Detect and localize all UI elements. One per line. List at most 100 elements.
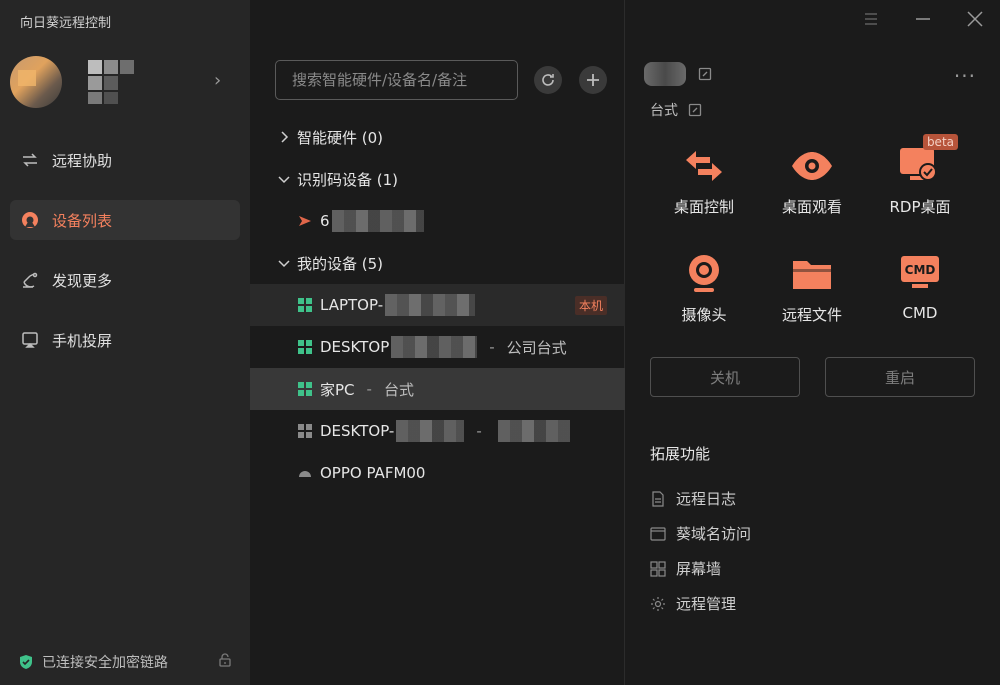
device-note: 台式 [383,380,414,399]
device-name: 6 [320,212,330,230]
device-row-desktop-office[interactable]: DESKTOP - 公司台式 [250,326,625,368]
windows-icon [298,424,312,438]
separator: - [476,422,482,440]
windows-icon [298,298,312,312]
add-device-button[interactable] [579,66,607,94]
device-list-icon [20,210,40,230]
sidebar: 向日葵远程控制 › 远程协助 设备列表 发现更多 手机投屏 已连接安全加密链路 [0,0,250,685]
sidebar-nav: 远程协助 设备列表 发现更多 手机投屏 [10,140,240,380]
sidebar-item-label: 设备列表 [52,211,113,230]
extension-label: 远程日志 [676,490,737,508]
feature-label: RDP桌面 [889,198,951,216]
extension-label: 葵域名访问 [676,525,752,543]
sidebar-item-cast[interactable]: 手机投屏 [10,320,240,360]
security-status-text: 已连接安全加密链路 [42,655,168,671]
restart-button[interactable]: 重启 [825,357,975,397]
device-name: LAPTOP- [320,296,384,314]
sidebar-item-label: 远程协助 [52,151,113,170]
feature-label: 摄像头 [681,306,727,324]
feature-desktop-view[interactable]: 桌面观看 [762,142,862,217]
device-name: OPPO PAFM00 [320,464,426,482]
refresh-button[interactable] [534,66,562,94]
beta-badge: beta [922,134,958,150]
lock-icon[interactable] [217,652,233,668]
extension-label: 远程管理 [676,595,737,613]
windows-icon [298,382,312,396]
device-detail-panel: ··· 台式 桌面控制 桌面观看 beta RDP桌面 摄像头 远程文件 CMD… [626,0,1000,685]
separator: - [489,338,495,356]
log-icon [652,490,664,507]
extension-remote-manage[interactable]: 远程管理 [650,593,736,614]
group-label: 我的设备 (5) [297,254,384,273]
remote-link-icon [299,216,311,226]
refresh-icon [542,74,554,86]
shutdown-button[interactable]: 关机 [650,357,800,397]
avatar [10,56,62,108]
feature-desktop-control[interactable]: 桌面控制 [654,142,754,217]
group-smart-hardware[interactable]: 智能硬件 (0) [277,122,383,152]
device-row-desktop-offline[interactable]: DESKTOP- - [250,410,625,452]
rdp-icon: beta [896,134,958,190]
feature-camera[interactable]: 摄像头 [654,250,754,325]
feature-rdp-desktop[interactable]: beta RDP桌面 [870,134,970,217]
feature-label: 桌面控制 [673,198,734,216]
sidebar-item-label: 手机投屏 [52,331,113,350]
group-label: 识别码设备 (1) [297,170,399,189]
device-name: DESKTOP [320,338,390,356]
blurred-device-name [644,62,686,86]
feature-cmd[interactable]: CMD CMD [870,250,970,322]
edit-icon[interactable] [688,103,702,117]
sidebar-item-device-list[interactable]: 设备列表 [10,200,240,240]
group-idcode-devices[interactable]: 识别码设备 (1) [277,164,398,194]
chevron-down-icon [278,176,290,184]
device-row-idcode[interactable]: 6 [250,200,625,242]
search-input[interactable] [275,60,518,100]
extension-screen-wall[interactable]: 屏幕墙 [650,558,721,579]
device-name: DESKTOP- [320,422,395,440]
extension-label: 屏幕墙 [676,560,722,578]
camera-icon [680,250,728,298]
group-my-devices[interactable]: 我的设备 (5) [277,248,383,278]
more-options-icon[interactable]: ··· [954,64,976,88]
domain-icon [650,526,666,541]
screen-wall-icon [650,560,666,577]
android-icon [299,471,311,477]
discover-icon [20,270,40,290]
cmd-icon: CMD [896,250,944,298]
edit-icon[interactable] [698,67,712,81]
sidebar-item-discover[interactable]: 发现更多 [10,260,240,300]
chevron-down-icon [278,260,290,268]
desktop-view-icon [788,142,836,190]
feature-label: 桌面观看 [781,198,842,216]
feature-remote-files[interactable]: 远程文件 [762,250,862,325]
device-note-label: 台式 [650,103,678,119]
windows-icon [298,340,312,354]
device-row-home-pc[interactable]: 家PC - 台式 [250,368,625,410]
sidebar-item-label: 发现更多 [52,271,113,290]
extensions-title: 拓展功能 [650,445,711,463]
extension-domain-access[interactable]: 葵域名访问 [650,523,751,544]
user-name-blurred [88,60,134,104]
extension-remote-log[interactable]: 远程日志 [650,488,736,509]
group-label: 智能硬件 (0) [297,128,384,147]
app-title: 向日葵远程控制 [20,16,112,31]
blurred-note [497,420,570,442]
device-title [644,62,712,86]
separator: - [366,380,372,398]
device-row-oppo[interactable]: OPPO PAFM00 [250,452,625,494]
chevron-right-icon [281,131,289,143]
remote-assist-icon [20,150,40,170]
plus-icon [587,74,599,86]
user-profile-card[interactable]: › [10,48,240,118]
manage-icon [651,596,665,611]
device-row-laptop[interactable]: LAPTOP- 本机 [250,284,625,326]
cast-icon [20,330,40,350]
device-name: 家PC [320,380,355,399]
blurred-text [385,294,476,316]
sidebar-item-remote-assist[interactable]: 远程协助 [10,140,240,180]
blurred-text [396,420,465,442]
cmd-icon-text: CMD [905,263,936,277]
device-note: 公司台式 [506,338,567,357]
security-status: 已连接安全加密链路 [18,652,233,672]
blurred-text [391,336,478,358]
